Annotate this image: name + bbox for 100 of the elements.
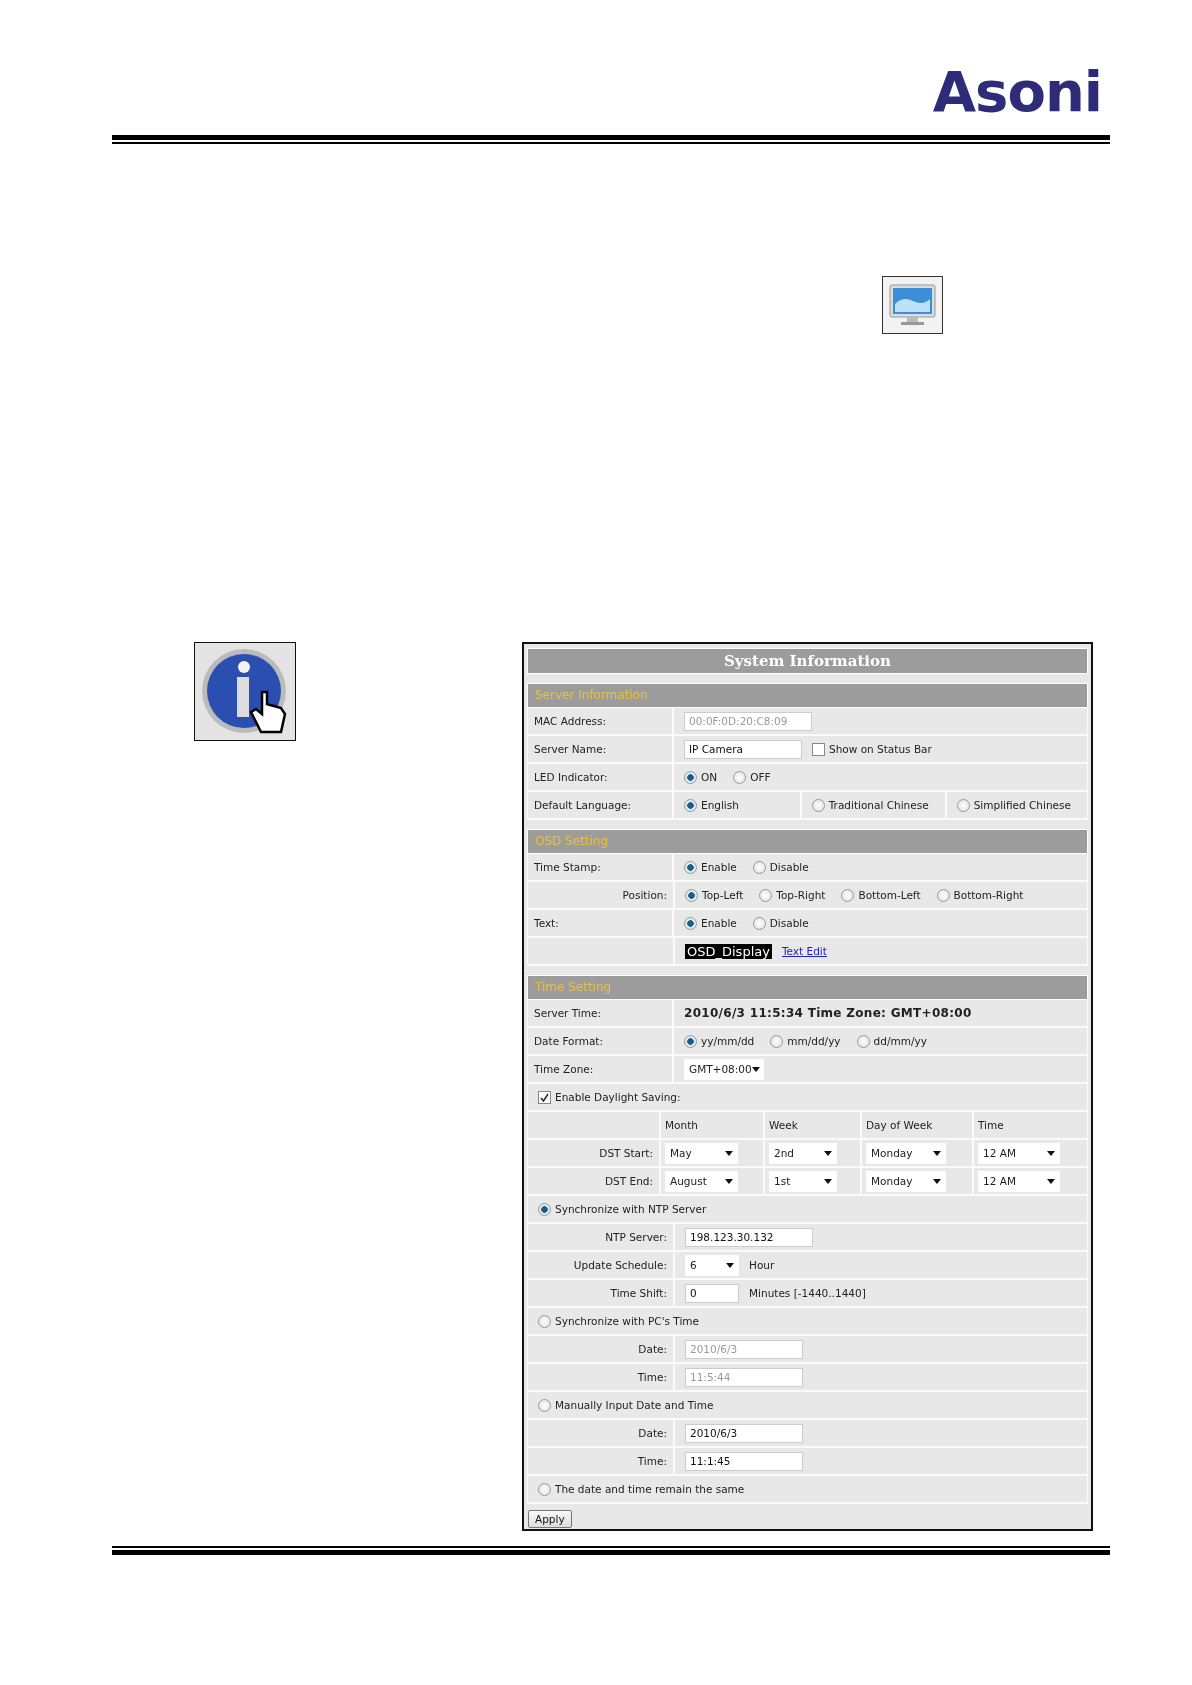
text-field[interactable]: 2010/6/3	[685, 1423, 803, 1443]
radio-option[interactable]: Bottom-Left	[841, 888, 921, 902]
field-label: LED Indicator:	[534, 771, 608, 783]
radio-button[interactable]	[936, 888, 950, 902]
radio-label: yy/mm/dd	[701, 1035, 755, 1047]
checkbox-option[interactable]: Enable Daylight Saving:	[538, 1090, 681, 1104]
radio-option[interactable]: Bottom-Right	[936, 888, 1024, 902]
radio-option[interactable]: Synchronize with PC's Time	[538, 1314, 700, 1328]
radio-label: mm/dd/yy	[787, 1035, 841, 1047]
caret-icon	[823, 1150, 832, 1156]
field-label: MAC Address:	[534, 715, 607, 727]
radio-option[interactable]: Manually Input Date and Time	[538, 1398, 714, 1412]
text-field[interactable]: 198.123.30.132	[685, 1227, 813, 1247]
radio-option[interactable]: ON	[684, 770, 718, 784]
radio-label: Disable	[769, 917, 809, 929]
caret-icon	[726, 1262, 734, 1268]
radio-label: Enable	[701, 861, 737, 873]
checkbox[interactable]	[538, 1090, 551, 1104]
dropdown[interactable]: 2nd	[769, 1142, 837, 1164]
radio-button[interactable]	[538, 1398, 551, 1412]
radio-button[interactable]	[856, 1034, 870, 1048]
radio-label: Top-Left	[702, 889, 744, 901]
radio-option[interactable]: Simplified Chinese	[956, 798, 1071, 812]
radio-label: ON	[701, 771, 718, 783]
radio-label: Simplified Chinese	[973, 799, 1071, 811]
dropdown[interactable]: GMT+08:00	[684, 1058, 764, 1080]
radio-label: Bottom-Left	[858, 889, 921, 901]
caret-icon	[725, 1178, 734, 1184]
radio-button[interactable]	[841, 888, 855, 902]
dropdown[interactable]: August	[665, 1170, 739, 1192]
radio-option[interactable]: Disable	[752, 916, 809, 930]
radio-option[interactable]: The date and time remain the same	[538, 1482, 745, 1496]
text-field[interactable]: 0	[685, 1283, 739, 1303]
field-label: Server Time:	[534, 1007, 601, 1019]
caret-icon	[1046, 1150, 1055, 1156]
radio-button[interactable]	[685, 888, 698, 902]
server-time-text: 2010/6/3 11:5:34 Time Zone: GMT+08:00	[684, 1006, 972, 1020]
radio-button[interactable]	[752, 860, 766, 874]
radio-button[interactable]	[770, 1034, 784, 1048]
radio-option[interactable]: English	[684, 798, 739, 812]
radio-option[interactable]: Top-Left	[685, 888, 744, 902]
dropdown[interactable]: 6	[685, 1254, 739, 1276]
radio-button[interactable]	[684, 770, 697, 784]
radio-option[interactable]: Top-Right	[759, 888, 826, 902]
dropdown[interactable]: 12 AM	[978, 1170, 1060, 1192]
radio-button[interactable]	[684, 860, 697, 874]
radio-button[interactable]	[538, 1314, 551, 1328]
radio-option[interactable]: Enable	[684, 916, 737, 930]
radio-button[interactable]	[684, 916, 697, 930]
dropdown[interactable]: Monday	[866, 1170, 946, 1192]
radio-button[interactable]	[752, 916, 766, 930]
text-field[interactable]: 11:1:45	[685, 1451, 803, 1471]
radio-button[interactable]	[733, 770, 747, 784]
checkbox-option[interactable]: Show on Status Bar	[812, 742, 932, 756]
radio-option[interactable]: Disable	[752, 860, 809, 874]
checkbox-label: Enable Daylight Saving:	[555, 1091, 681, 1103]
checkbox[interactable]	[812, 742, 825, 756]
row-label: DST Start:	[599, 1147, 653, 1159]
caret-icon	[725, 1150, 734, 1156]
field-label: NTP Server:	[605, 1231, 667, 1243]
text-field[interactable]: IP Camera	[684, 739, 802, 759]
radio-label: Bottom-Right	[953, 889, 1024, 901]
section-title: Time Setting	[527, 975, 1088, 1000]
radio-label: Synchronize with PC's Time	[555, 1315, 700, 1327]
field-label: Date Format:	[534, 1035, 603, 1047]
radio-button[interactable]	[956, 798, 970, 812]
radio-option[interactable]: mm/dd/yy	[770, 1034, 841, 1048]
radio-button[interactable]	[811, 798, 825, 812]
field-label: Default Language:	[534, 799, 632, 811]
radio-option[interactable]: Synchronize with NTP Server	[538, 1202, 707, 1216]
radio-button[interactable]	[538, 1202, 551, 1216]
radio-button[interactable]	[684, 1034, 697, 1048]
radio-label: Enable	[701, 917, 737, 929]
radio-button[interactable]	[759, 888, 773, 902]
radio-button[interactable]	[684, 798, 697, 812]
text-edit-link[interactable]: Text Edit	[781, 945, 827, 957]
field-label: Time Zone:	[534, 1063, 594, 1075]
field-label: Server Name:	[534, 743, 607, 755]
field-label: Date:	[638, 1427, 667, 1439]
radio-label: dd/mm/yy	[873, 1035, 927, 1047]
radio-option[interactable]: yy/mm/dd	[684, 1034, 755, 1048]
radio-option[interactable]: Traditional Chinese	[811, 798, 929, 812]
column-header: Month	[665, 1119, 698, 1131]
checkbox-label: Show on Status Bar	[829, 743, 932, 755]
monitor-icon	[882, 276, 943, 334]
radio-label: Disable	[769, 861, 809, 873]
dropdown[interactable]: 12 AM	[978, 1142, 1060, 1164]
dropdown[interactable]: 1st	[769, 1170, 837, 1192]
radio-option[interactable]: OFF	[733, 770, 771, 784]
field-label: Time:	[637, 1455, 667, 1467]
dropdown[interactable]: May	[665, 1142, 739, 1164]
dropdown[interactable]: Monday	[866, 1142, 946, 1164]
radio-option[interactable]: Enable	[684, 860, 737, 874]
caret-icon	[751, 1066, 760, 1072]
radio-option[interactable]: dd/mm/yy	[856, 1034, 927, 1048]
radio-button[interactable]	[538, 1482, 551, 1496]
caret-icon	[932, 1150, 941, 1156]
apply-button[interactable]: Apply	[528, 1510, 572, 1528]
radio-label: Traditional Chinese	[828, 799, 929, 811]
field-label: Date:	[638, 1343, 667, 1355]
